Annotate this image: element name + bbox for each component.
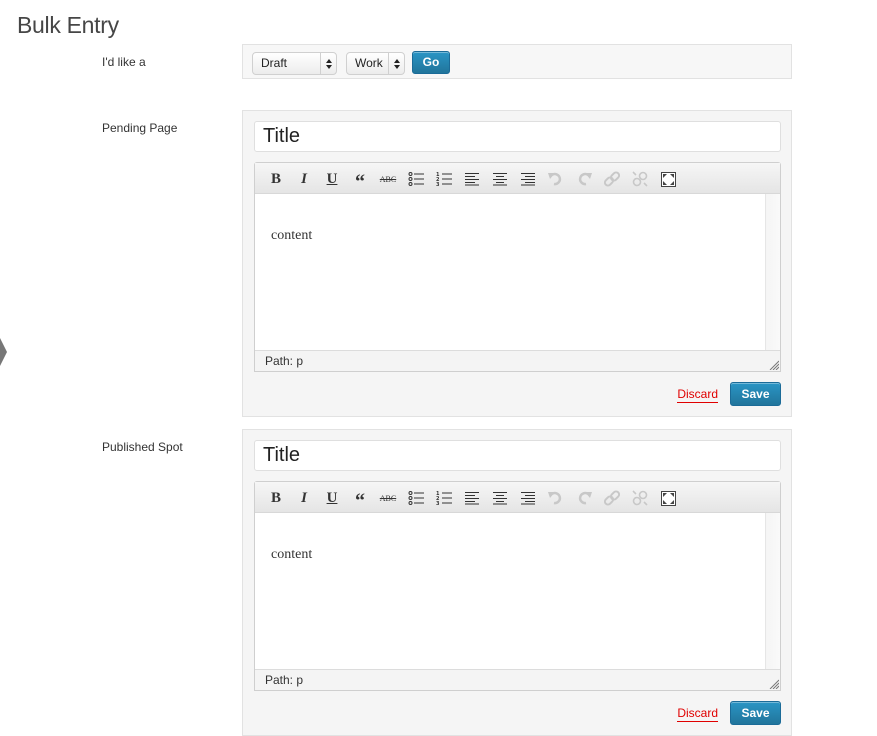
svg-text:3: 3 (436, 501, 440, 506)
creator-label: I'd like a (102, 55, 146, 69)
unlink-icon[interactable] (630, 488, 650, 508)
link-icon[interactable] (602, 488, 622, 508)
status-select[interactable]: Draft (252, 52, 337, 75)
underline-icon[interactable]: U (322, 488, 342, 508)
fullscreen-icon[interactable] (658, 488, 678, 508)
unlink-icon[interactable] (630, 169, 650, 189)
svg-text:3: 3 (436, 182, 440, 187)
save-button[interactable]: Save (730, 701, 781, 725)
bold-icon[interactable]: B (266, 488, 286, 508)
discard-link[interactable]: Discard (677, 387, 718, 403)
strikethrough-icon[interactable]: ABC (378, 169, 398, 189)
undo-icon[interactable] (546, 488, 566, 508)
blockquote-icon[interactable]: “ (350, 488, 370, 511)
entry-box: Title B I U “ ABC 123 content Path: p Di… (242, 429, 792, 736)
underline-icon[interactable]: U (322, 169, 342, 189)
link-icon[interactable] (602, 169, 622, 189)
resize-handle-icon[interactable] (769, 360, 779, 370)
select-arrows-icon (388, 53, 404, 74)
editor-scrollbar[interactable] (765, 194, 780, 351)
italic-icon[interactable]: I (294, 169, 314, 189)
bullet-list-icon[interactable] (406, 488, 426, 508)
align-right-icon[interactable] (518, 488, 538, 508)
align-center-icon[interactable] (490, 169, 510, 189)
type-select[interactable]: Work (346, 52, 405, 75)
blockquote-icon[interactable]: “ (350, 169, 370, 192)
page-title: Bulk Entry (17, 12, 119, 38)
numbered-list-icon[interactable]: 123 (434, 169, 454, 189)
align-right-icon[interactable] (518, 169, 538, 189)
numbered-list-icon[interactable]: 123 (434, 488, 454, 508)
redo-icon[interactable] (574, 488, 594, 508)
align-left-icon[interactable] (462, 169, 482, 189)
bullet-list-icon[interactable] (406, 169, 426, 189)
entry-label: Published Spot (102, 440, 183, 454)
creator-bar: Draft Work Go (242, 44, 792, 79)
go-button[interactable]: Go (412, 51, 450, 74)
title-input[interactable]: Title (254, 121, 781, 152)
rich-text-editor: B I U “ ABC 123 content Path: p (254, 481, 781, 691)
align-left-icon[interactable] (462, 488, 482, 508)
editor-toolbar: B I U “ ABC 123 (255, 163, 780, 194)
entry-label: Pending Page (102, 121, 178, 135)
select-arrows-icon (320, 53, 336, 74)
editor-path: Path: p (255, 350, 780, 371)
title-input[interactable]: Title (254, 440, 781, 471)
save-button[interactable]: Save (730, 382, 781, 406)
italic-icon[interactable]: I (294, 488, 314, 508)
editor-content[interactable]: content (255, 513, 765, 670)
fullscreen-icon[interactable] (658, 169, 678, 189)
type-select-value: Work (355, 56, 383, 70)
editor-toolbar: B I U “ ABC 123 (255, 482, 780, 513)
bold-icon[interactable]: B (266, 169, 286, 189)
align-center-icon[interactable] (490, 488, 510, 508)
editor-scrollbar[interactable] (765, 513, 780, 670)
rich-text-editor: B I U “ ABC 123 content Path: p (254, 162, 781, 372)
strikethrough-icon[interactable]: ABC (378, 488, 398, 508)
entry-box: Title B I U “ ABC 123 content Path: p Di… (242, 110, 792, 417)
undo-icon[interactable] (546, 169, 566, 189)
resize-handle-icon[interactable] (769, 679, 779, 689)
editor-path: Path: p (255, 669, 780, 690)
editor-content[interactable]: content (255, 194, 765, 351)
collapse-arrow-icon[interactable] (0, 338, 8, 366)
redo-icon[interactable] (574, 169, 594, 189)
discard-link[interactable]: Discard (677, 706, 718, 722)
status-select-value: Draft (261, 56, 288, 70)
